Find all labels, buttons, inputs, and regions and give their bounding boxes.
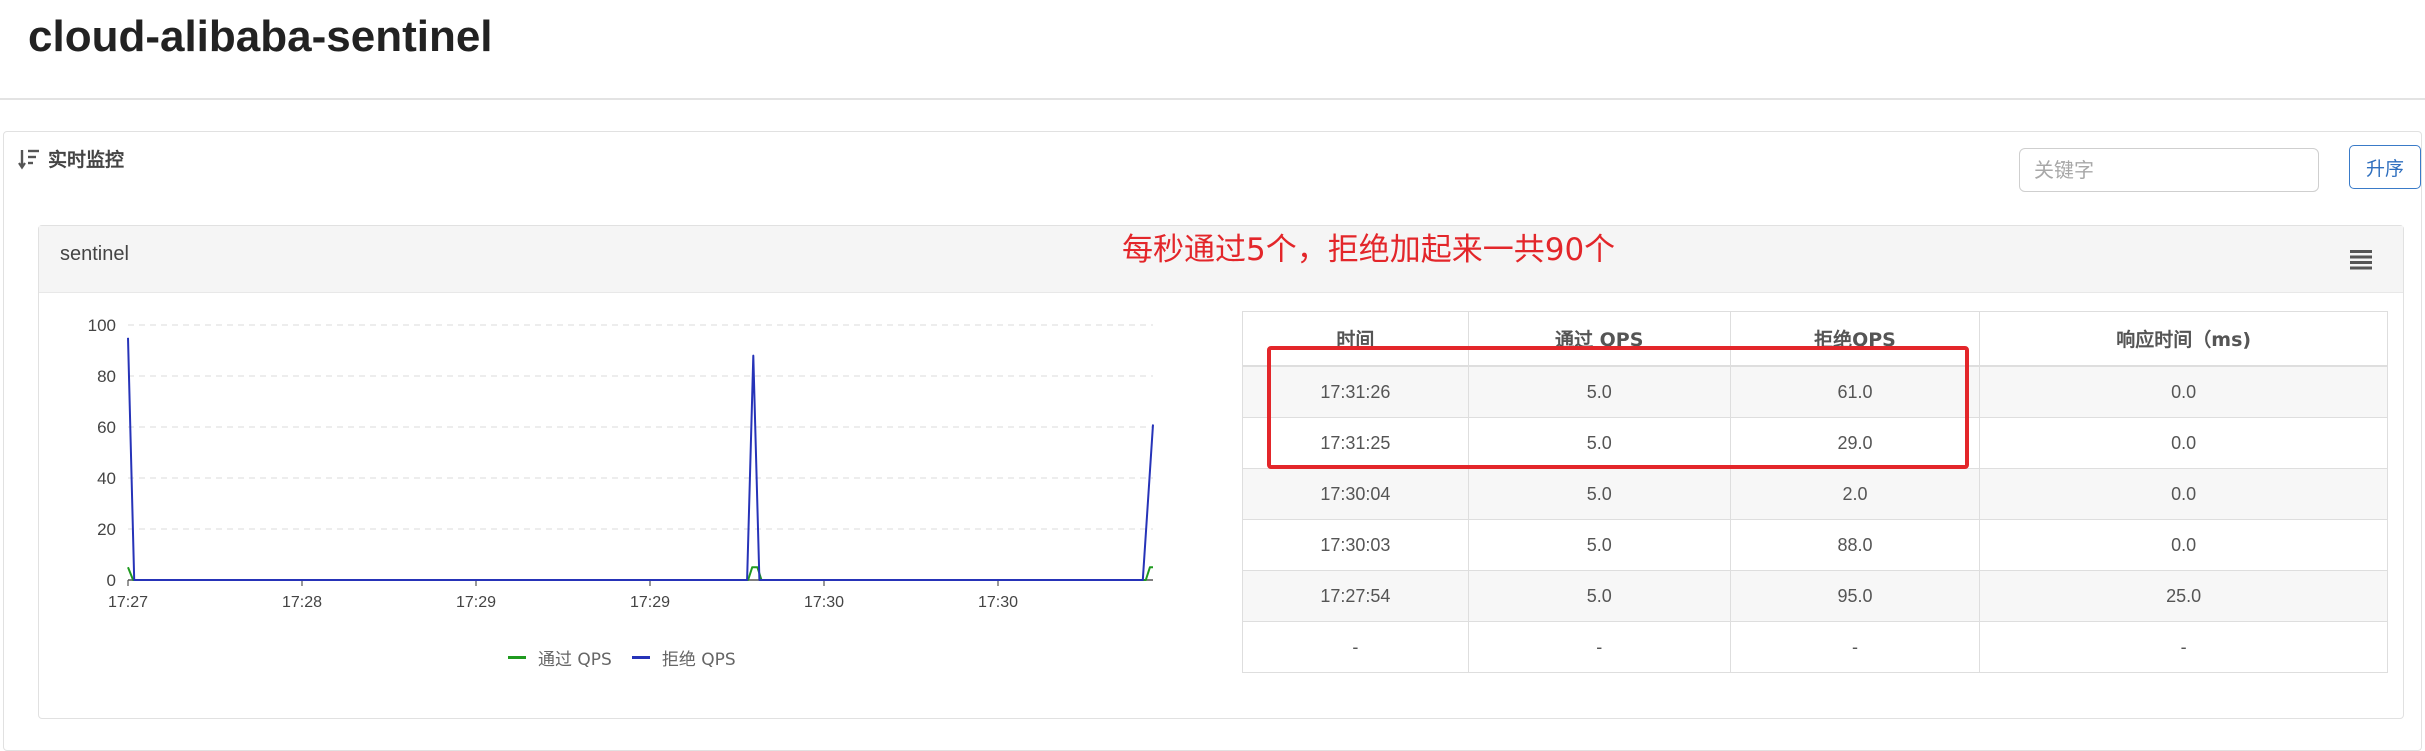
x-tick-label: 17:29 [630,594,670,611]
table-cell: 2.0 [1729,468,1981,520]
column-header-block-qps[interactable]: 拒绝QPS [1729,311,1981,367]
list-menu-icon[interactable] [2349,248,2373,270]
table-row: - - - - [1242,621,2388,673]
table-cell: 17:27:54 [1242,570,1469,622]
column-header-rt[interactable]: 响应时间（ms) [1979,311,2388,367]
y-tick-label: 60 [97,418,116,437]
x-tick-label: 17:27 [108,594,148,611]
table-header-row: 时间 通过 QPS 拒绝QPS 响应时间（ms) [1242,311,2388,367]
table-cell: 5.0 [1467,468,1731,520]
table-row: 17:30:04 5.0 2.0 0.0 [1242,468,2388,520]
legend-item-pass[interactable]: 通过 QPS [508,645,612,670]
y-tick-label: 40 [97,469,116,488]
table-cell: 95.0 [1729,570,1981,622]
series-line-block-qps [127,337,1154,581]
page-title: cloud-alibaba-sentinel [28,12,493,61]
table-cell: 25.0 [1979,570,2388,622]
y-tick-label: 80 [97,367,116,386]
table-cell: 0.0 [1979,365,2388,418]
table-cell: 29.0 [1729,417,1981,469]
legend-label-pass: 通过 QPS [538,650,612,670]
table-cell: - [1467,621,1731,673]
table-cell: 0.0 [1979,519,2388,571]
table-cell: - [1979,621,2388,673]
table-cell: 0.0 [1979,417,2388,469]
card-title: sentinel [60,243,129,265]
column-header-time[interactable]: 时间 [1242,311,1469,367]
section-header: 实时监控 [18,145,124,172]
table-cell: 0.0 [1979,468,2388,520]
section-title: 实时监控 [48,149,125,171]
table-cell: 5.0 [1467,365,1731,418]
sort-descending-icon [18,147,40,171]
y-tick-label: 0 [107,571,116,590]
table-cell: 5.0 [1467,519,1731,571]
table-cell: - [1729,621,1981,673]
chart-legend: 通过 QPS 拒绝 QPS [508,645,756,670]
annotation-text: 每秒通过5个，拒绝加起来一共90个 [1122,232,1616,268]
metrics-table: 时间 通过 QPS 拒绝QPS 响应时间（ms) 17:31:26 5.0 61… [1242,311,2388,673]
column-header-pass-qps[interactable]: 通过 QPS [1467,311,1731,367]
sort-ascending-button[interactable]: 升序 [2349,145,2421,189]
table-cell: 17:30:03 [1242,519,1469,571]
y-tick-label: 20 [97,520,116,539]
table-cell: 88.0 [1729,519,1981,571]
table-row: 17:31:25 5.0 29.0 0.0 [1242,417,2388,469]
qps-line-chart: 0 20 40 60 80 100 17:27 17:28 17:29 17:29 17:30 17… [88,316,1154,611]
x-tick-label: 17:29 [456,594,496,611]
search-input[interactable] [2019,148,2319,192]
y-tick-label: 100 [88,316,116,335]
table-row: 17:31:26 5.0 61.0 0.0 [1242,365,2388,418]
legend-label-block: 拒绝 QPS [661,650,736,670]
legend-swatch-pass [508,656,526,659]
table-cell: 17:30:04 [1242,468,1469,520]
series-line-pass-qps [127,566,1153,581]
table-cell: 17:31:25 [1242,417,1469,469]
x-tick-label: 17:30 [804,594,844,611]
table-cell: 17:31:26 [1242,365,1469,418]
legend-item-block[interactable]: 拒绝 QPS [631,645,736,670]
table-cell: 5.0 [1467,570,1731,622]
table-cell: 5.0 [1467,417,1731,469]
x-tick-label: 17:30 [978,594,1018,611]
table-row: 17:30:03 5.0 88.0 0.0 [1242,519,2388,571]
table-cell: - [1242,621,1469,673]
x-tick-label: 17:28 [282,594,322,611]
header-divider [0,98,2425,100]
legend-swatch-block [631,656,650,659]
table-row: 17:27:54 5.0 95.0 25.0 [1242,570,2388,622]
table-cell: 61.0 [1729,365,1981,418]
